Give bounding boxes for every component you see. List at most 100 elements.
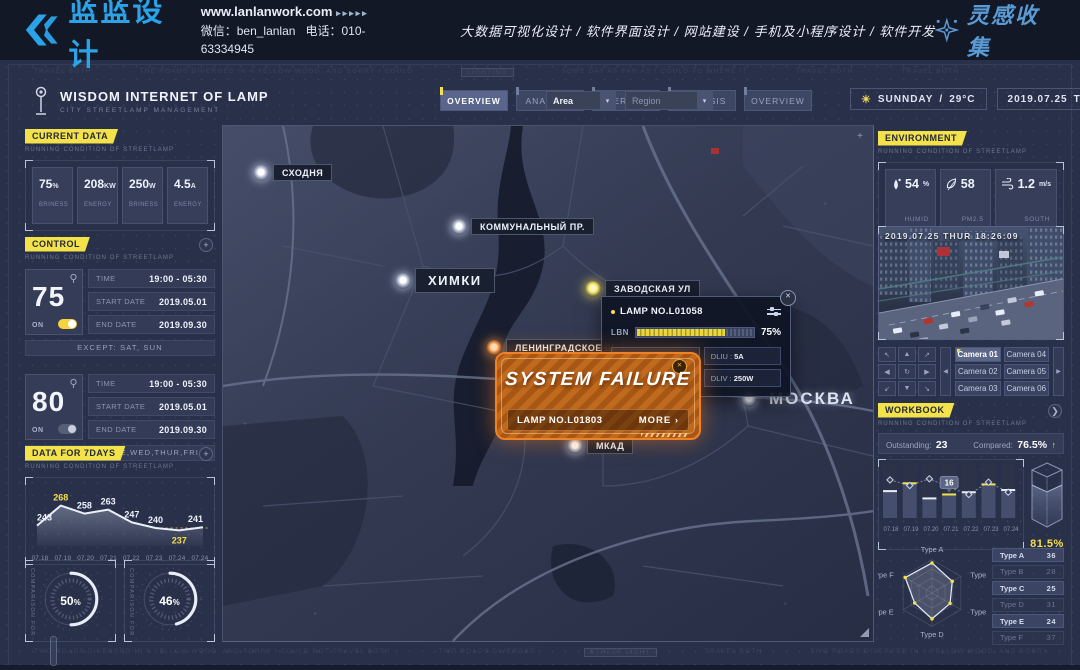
pan-up-left-button[interactable]: ↖ [878,347,896,362]
stat-card-wattage: 250W BRINESS [122,167,163,224]
brightness-level-box: 80 ON [25,374,83,440]
reset-view-button[interactable]: ↻ [898,364,916,379]
up-arrow-icon: ↑ [1052,440,1057,450]
wechat-contact: 微信：ben_lanlan [201,24,296,38]
svg-text:16: 16 [945,478,954,487]
map-pin[interactable]: СХОДНЯ [253,164,332,181]
legend-row-type-d[interactable]: Type D31 [992,598,1064,612]
svg-text:237: 237 [172,535,187,545]
map-crosshair-icon[interactable]: + [857,131,863,142]
leaf-icon [946,178,957,191]
time-row[interactable]: TIME 19:00 - 05:30 [88,269,215,288]
start-date-row[interactable]: START DATE 2019.05.01 [88,292,215,311]
tab-overview-3[interactable]: OVERVIEW [744,90,812,111]
logo[interactable]: 蓝蓝设计 [24,0,185,74]
camera-02-button[interactable]: Camera 02 [955,364,1001,379]
add-schedule-button[interactable]: + [199,238,213,252]
time-row[interactable]: TIME 19:00 - 05:30 [88,374,215,393]
svg-text:258: 258 [77,501,92,511]
weather-widget: ☀ SUNNDAY / 29°C [850,88,987,110]
stat-card-briness: 75% BRINESS [32,167,73,224]
stat-value: 250 [129,177,149,191]
services-list: 大数据可视化设计 / 软件界面设计 / 网站建设 / 手机及小程序设计 / 软件… [460,21,935,40]
legend-row-type-f[interactable]: Type F37 [992,631,1064,645]
more-button[interactable]: MORE › [639,415,679,426]
pan-up-button[interactable]: ▲ [898,347,916,362]
tab-overview-1[interactable]: OVERVIEW [440,90,508,111]
bullet-dot-icon [611,310,615,314]
legend-row-type-e[interactable]: Type E24 [992,614,1064,628]
deco-text: STREET LIGHT [584,648,657,657]
camera-list-prev-button[interactable]: ◀ [940,347,951,396]
end-date-row[interactable]: END DATE 2019.09.30 [88,315,215,334]
end-date-row[interactable]: END DATE 2019.09.30 [88,420,215,439]
deco-text: TRAVEL BOTH [902,68,960,77]
map-pin[interactable]: КОММУНАЛЬНЫЙ ПР. [451,218,594,235]
control-panel: CONTROL + RUNNING CONDITION OF STREETLAM… [25,234,215,461]
camera-04-button[interactable]: Camera 04 [1004,347,1050,362]
except-days: EXCEPT: SAT, SUN [25,340,215,356]
power-toggle[interactable] [58,319,77,329]
row-label: START DATE [96,297,145,306]
pan-down-left-button[interactable]: ↙ [878,381,896,396]
x-tick: 07.21 [942,527,960,533]
deco-text: SOME DAY AS FAR AS I COULD TO WHERE IT [562,68,748,77]
gauge-1: COMPARISON FOR 50% [25,560,116,642]
power-toggle[interactable] [58,424,77,434]
panel-badge: CONTROL [25,237,90,252]
compared-value: 76.5% [1017,439,1047,451]
brightness-progress-bar[interactable] [635,327,755,338]
sliders-icon[interactable] [767,307,781,317]
map-pin[interactable]: ХИМКИ [395,268,495,293]
stat-card-grid: 75% BRINESS 208KW ENERGY 250W BRINESS 4.… [25,160,215,231]
next-page-button[interactable]: ❯ [1048,404,1062,418]
region-select[interactable]: Region ▾ [625,91,713,110]
city-map[interactable]: +++++ + СХОДНЯКОММУНАЛЬНЫЙ ПР.ХИМКИЗАВОД… [222,125,874,642]
decorative-text-top: TRAVEL BOTHTHE ROADS DIVERGED IN A YELLO… [34,68,1046,77]
svg-text:+: + [553,126,557,128]
area-select[interactable]: Area ▾ [546,91,616,110]
camera-06-button[interactable]: Camera 06 [1004,381,1050,396]
lamp-pin-icon [585,281,601,297]
streetlamp-icon [32,86,50,116]
start-date-row[interactable]: START DATE 2019.05.01 [88,397,215,416]
camera-03-button[interactable]: Camera 03 [955,381,1001,396]
lamp-pin-icon [253,165,269,181]
close-icon[interactable]: ✕ [780,290,796,306]
stat-label: BRINESS [129,202,162,208]
pan-up-right-button[interactable]: ↗ [918,347,936,362]
camera-list-next-button[interactable]: ▶ [1053,347,1064,396]
alert-title: SYSTEM FAILURE [496,369,700,391]
current-weekday: THUR [1074,94,1080,105]
legend-row-type-a[interactable]: Type A36 [992,548,1064,562]
map-pin[interactable]: ЗАВОДСКАЯ УЛ [585,280,700,297]
workbook-panel: WORKBOOK ❯ RUNNING CONDITION OF STREETLA… [878,400,1064,550]
hazard-stripes [641,433,687,437]
x-axis-labels: 07.1807.1907.2007.2107.2207.2307.24 [881,527,1021,533]
lamp-pin-icon [451,219,467,235]
comparison-gauges: COMPARISON FOR 50% COMPARISON FOR 46% [25,560,215,642]
env-unit: % [923,181,929,188]
state-label: ON [32,427,44,434]
pan-left-button[interactable]: ◀ [878,364,896,379]
env-label: PM2.5 [962,216,984,223]
workbook-stats: Outstanding: 23 Compared: 76.5% ↑ [878,433,1064,454]
svg-text:+: + [823,201,827,208]
stat-label: ENERGY [84,202,117,208]
legend-row-type-c[interactable]: Type C25 [992,581,1064,595]
env-value: 54 [905,177,919,191]
pan-down-right-button[interactable]: ↘ [918,381,936,396]
pan-right-button[interactable]: ▶ [918,364,936,379]
website-url[interactable]: www.lanlanwork.com [201,4,333,19]
camera-feed[interactable]: 2019.07.25 THUR 18:26:09 [878,226,1064,340]
env-value: 1.2 [1018,177,1035,191]
pan-down-button[interactable]: ▼ [898,381,916,396]
x-tick: 07.19 [902,527,920,533]
inspiration-collect[interactable]: 灵感收集 [935,0,1054,62]
env-unit: m/s [1039,181,1051,188]
legend-row-type-b[interactable]: Type B28 [992,565,1064,579]
gauge-value: 46% [159,594,179,608]
camera-01-button[interactable]: Camera 01 [955,347,1001,362]
expand-button[interactable]: + [199,447,213,461]
camera-05-button[interactable]: Camera 05 [1004,364,1050,379]
